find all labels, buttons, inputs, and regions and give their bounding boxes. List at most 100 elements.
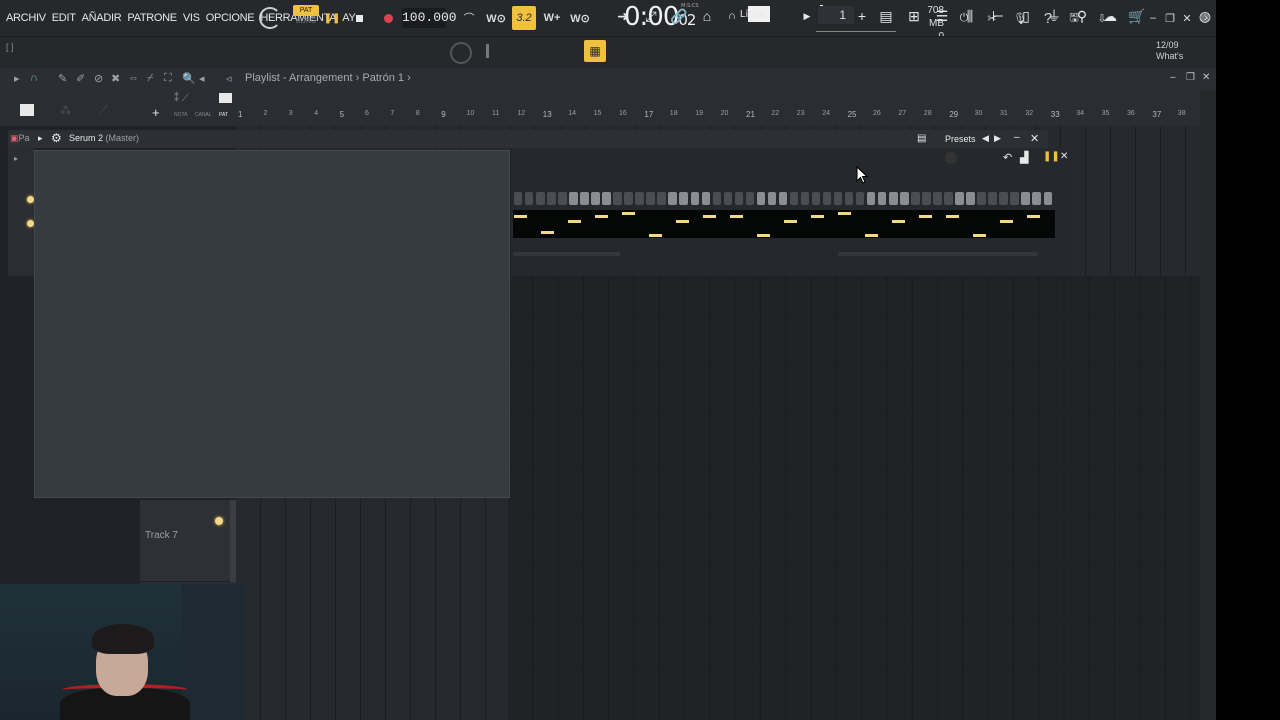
zoom-icon[interactable]: 🔍 xyxy=(182,72,196,85)
send-led[interactable] xyxy=(27,220,34,227)
plugin-close-icon[interactable]: ✕ xyxy=(1030,132,1039,145)
step-seq-icon[interactable]: ❚❚ xyxy=(1043,151,1060,162)
master-slider[interactable] xyxy=(486,44,489,58)
menu-vista[interactable]: VIS xyxy=(183,12,200,24)
step-edit-button[interactable]: W+ xyxy=(540,0,564,36)
channel-volume-knob[interactable] xyxy=(945,152,957,164)
step-button[interactable] xyxy=(911,192,920,205)
step-sequencer-row[interactable] xyxy=(514,192,1052,206)
slip-icon[interactable]: ⇔ xyxy=(128,72,139,84)
step-button[interactable] xyxy=(966,192,975,205)
pause-button[interactable]: ❚❚ xyxy=(322,0,342,36)
step-button[interactable] xyxy=(558,192,567,205)
paint-icon[interactable]: ✐ xyxy=(76,72,85,85)
cart-icon[interactable]: 🛒 xyxy=(1127,6,1147,26)
master-volume-knob[interactable] xyxy=(259,7,281,29)
step-button[interactable] xyxy=(712,192,721,205)
playlist-minimize-icon[interactable]: – xyxy=(1170,72,1176,83)
track-enable-led[interactable] xyxy=(215,517,223,525)
add-track-icon[interactable]: + xyxy=(152,105,160,120)
delete-icon[interactable]: ⊘ xyxy=(94,72,103,85)
mute-icon[interactable]: ✖ xyxy=(111,72,120,85)
step-button[interactable] xyxy=(800,192,810,205)
arrow-right-icon[interactable]: ➜ xyxy=(613,6,633,26)
cloud-icon[interactable]: ☁ xyxy=(1100,6,1120,26)
stamp-icon[interactable]: ⌂ xyxy=(697,6,717,26)
step-button[interactable] xyxy=(988,192,997,205)
undo-icon[interactable]: ↶ xyxy=(1003,151,1012,164)
strip-close-icon[interactable]: ✕ xyxy=(1060,151,1068,162)
step-button[interactable] xyxy=(646,192,655,205)
select-icon[interactable]: ⛶ xyxy=(164,72,172,85)
minimize-button[interactable]: – xyxy=(1145,0,1161,36)
step-button[interactable] xyxy=(569,192,578,205)
step-button[interactable] xyxy=(580,192,589,205)
menu-opciones[interactable]: OPCIONE xyxy=(206,12,255,24)
playlist-icon[interactable]: ▤ xyxy=(876,6,896,26)
step-button[interactable] xyxy=(1043,192,1052,205)
step-button[interactable] xyxy=(1032,192,1041,205)
step-button[interactable] xyxy=(811,192,821,205)
serum-plugin-panel[interactable] xyxy=(34,150,510,498)
pat-song-toggle[interactable]: PAT SONG xyxy=(293,5,319,31)
routing-icon[interactable]: ⊢ xyxy=(988,6,1008,26)
ruler-piano-icon[interactable] xyxy=(219,93,232,103)
step-button[interactable] xyxy=(822,192,832,205)
step-button[interactable] xyxy=(833,192,843,205)
channel-rack-icon[interactable]: ☰ xyxy=(932,6,952,26)
step-button[interactable] xyxy=(867,192,876,205)
playlist-maximize-icon[interactable]: ❐ xyxy=(1186,72,1195,83)
vertical-scrollbar[interactable] xyxy=(1200,90,1216,720)
playlist-menu-arrow-icon[interactable]: ▸ xyxy=(14,72,20,85)
record-button[interactable] xyxy=(378,0,398,36)
pencil-icon[interactable]: ✎ xyxy=(58,72,67,85)
wait-input-button[interactable]: W⊙ xyxy=(484,0,508,36)
ruler-label-pat[interactable]: PAT xyxy=(219,112,228,118)
step-button[interactable] xyxy=(591,192,600,205)
plugin-list-icon[interactable]: ▤ xyxy=(917,133,926,144)
step-button[interactable] xyxy=(933,192,942,205)
restore-button[interactable]: ❐ xyxy=(1162,0,1178,36)
step-button[interactable] xyxy=(889,192,898,205)
step-button[interactable] xyxy=(767,192,777,205)
speaker-icon[interactable]: ◃ xyxy=(226,72,232,85)
track-header[interactable]: Track 7 xyxy=(140,500,230,582)
presets-label[interactable]: Presets xyxy=(945,134,976,144)
strip-scrollbar[interactable] xyxy=(513,252,620,256)
plugin-arrow-icon[interactable]: ▸ xyxy=(38,133,43,144)
link-icon[interactable]: 🔗 xyxy=(669,6,689,26)
step-button[interactable] xyxy=(745,192,755,205)
slice-icon[interactable]: ⌿ xyxy=(147,72,154,85)
step-button[interactable] xyxy=(514,192,523,205)
step-button[interactable] xyxy=(844,192,854,205)
step-button[interactable] xyxy=(789,192,799,205)
add-pattern-icon[interactable]: + xyxy=(852,6,872,26)
stop-button[interactable] xyxy=(349,0,369,36)
step-button[interactable] xyxy=(778,192,788,205)
step-button[interactable] xyxy=(679,192,688,205)
menu-edit[interactable]: EDIT xyxy=(52,12,76,24)
magnet-snap-icon[interactable]: ∩ xyxy=(722,6,742,26)
step-button[interactable] xyxy=(624,192,633,205)
automation-icon[interactable]: ⟋ xyxy=(100,104,108,117)
playlist-close-icon[interactable]: ✕ xyxy=(1202,72,1210,83)
snap-mode-label[interactable]: Línea xyxy=(740,9,765,20)
playback-icon[interactable]: ◂ xyxy=(199,72,205,85)
step-button[interactable] xyxy=(855,192,865,205)
graph-icon[interactable]: ▟ xyxy=(1020,151,1028,164)
plugin-minimize-icon[interactable]: – xyxy=(1014,132,1020,143)
step-button[interactable] xyxy=(701,192,710,205)
step-button[interactable] xyxy=(525,192,534,205)
pattern-selector[interactable]: 1 xyxy=(818,6,854,24)
step-button[interactable] xyxy=(723,192,733,205)
menu-archivo[interactable]: ARCHIV xyxy=(6,12,46,24)
step-button[interactable] xyxy=(756,192,766,205)
piano-roll-icon[interactable]: ⊞ xyxy=(904,6,924,26)
snap-button[interactable]: ▦ xyxy=(584,40,606,62)
metronome-button[interactable]: ⌒ xyxy=(458,0,480,36)
menu-patrones[interactable]: PATRONE xyxy=(127,12,177,24)
plugin-icon[interactable]: ⏚ xyxy=(1044,6,1064,26)
playlist-grid-lower[interactable] xyxy=(508,276,1200,720)
close-button[interactable]: ✕ xyxy=(1179,0,1195,36)
step-button[interactable] xyxy=(900,192,909,205)
